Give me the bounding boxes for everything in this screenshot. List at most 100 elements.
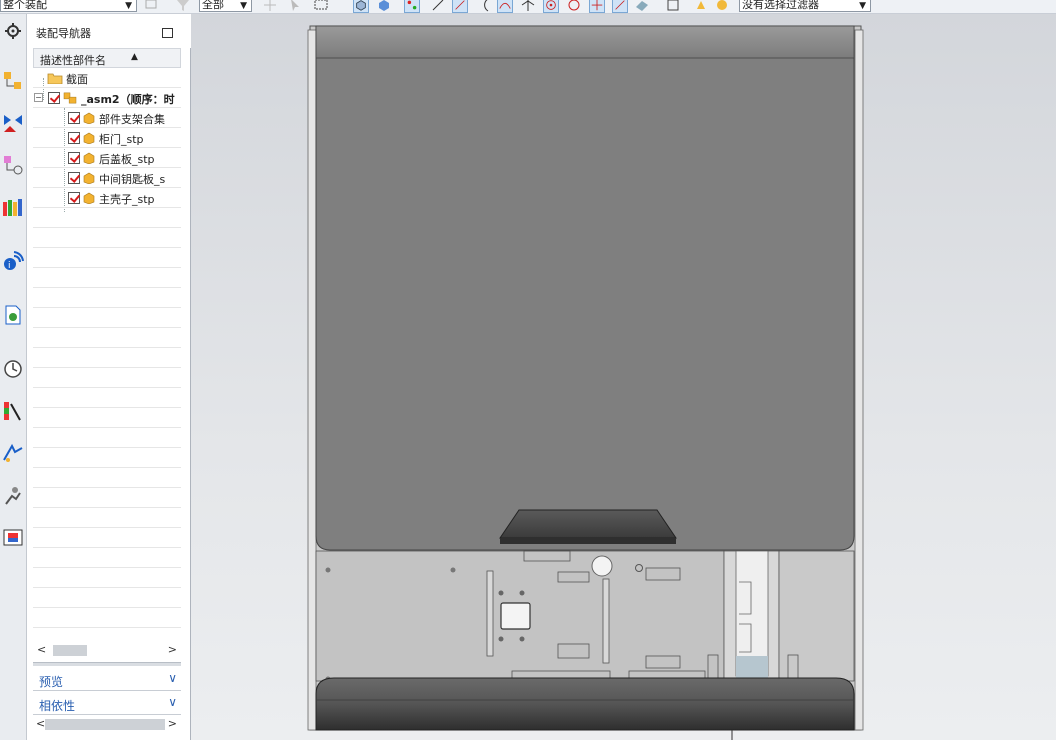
dependencies-section-label: 相依性 xyxy=(39,699,76,713)
filter-icon[interactable] xyxy=(175,0,191,13)
panel-horizontal-scrollbar[interactable]: < > xyxy=(33,716,181,732)
chevron-down-icon[interactable]: ∨ xyxy=(168,695,177,709)
cabinet-base[interactable] xyxy=(315,677,855,731)
empty-row xyxy=(33,588,181,608)
visibility-checkbox[interactable] xyxy=(68,112,80,124)
render-style-icon[interactable] xyxy=(376,0,392,13)
right-interior xyxy=(778,550,855,682)
visibility-checkbox[interactable] xyxy=(68,132,80,144)
scope-select-value: 整个装配 xyxy=(3,0,47,11)
arc-icon[interactable] xyxy=(478,0,494,13)
mount-hole xyxy=(519,590,525,596)
key-board-glass xyxy=(736,656,768,678)
part-icon xyxy=(83,192,95,204)
quadrant-point-icon[interactable] xyxy=(566,0,582,13)
empty-row xyxy=(33,548,181,568)
scroll-left-icon[interactable]: < xyxy=(36,717,45,730)
preview-section-header[interactable]: 预览 ∨ xyxy=(33,669,181,691)
scroll-right-icon[interactable]: > xyxy=(168,717,177,730)
door-handle[interactable] xyxy=(499,509,677,539)
reuse-library-icon[interactable] xyxy=(2,196,24,218)
upgrade-select-icon[interactable] xyxy=(693,0,709,13)
tree-row-part[interactable]: 柜门_stp xyxy=(33,128,181,148)
snap-point-icon[interactable] xyxy=(262,0,278,13)
assembly-navigator-icon[interactable] xyxy=(2,70,24,92)
empty-row xyxy=(33,248,181,268)
shaded-view-icon[interactable] xyxy=(353,0,369,13)
curve-point-icon[interactable] xyxy=(497,0,513,13)
visibility-checkbox[interactable] xyxy=(48,92,60,104)
empty-row xyxy=(33,608,181,628)
history-icon[interactable] xyxy=(2,358,24,380)
navigator-title: 装配导航器 xyxy=(36,27,91,40)
empty-row xyxy=(33,468,181,488)
scroll-right-icon[interactable]: > xyxy=(168,643,177,656)
system-materials-icon[interactable] xyxy=(2,526,24,548)
scrollbar-thumb[interactable] xyxy=(45,719,165,730)
general-select-icon[interactable] xyxy=(714,0,730,13)
tree-row-section[interactable]: 截面 xyxy=(33,68,181,88)
point-on-curve-icon[interactable] xyxy=(589,0,605,13)
point-on-face-icon[interactable] xyxy=(612,0,628,13)
part-navigator-icon[interactable] xyxy=(2,154,24,176)
selection-filter-value: 没有选择过滤器 xyxy=(742,0,819,11)
selection-filter-select[interactable]: 没有选择过滤器 ▼ xyxy=(739,0,871,12)
process-icon[interactable] xyxy=(2,442,24,464)
tree-row-part[interactable]: 主壳子_stp xyxy=(33,188,181,208)
empty-row xyxy=(33,448,181,468)
quick-pick-icon[interactable] xyxy=(665,0,681,13)
roles-icon[interactable] xyxy=(2,484,24,506)
settings-icon[interactable] xyxy=(2,20,24,42)
tree-row-part[interactable]: 后盖板_stp xyxy=(33,148,181,168)
line-icon[interactable] xyxy=(430,0,446,13)
visibility-checkbox[interactable] xyxy=(68,172,80,184)
mount-hole xyxy=(519,636,525,642)
panel-splitter[interactable] xyxy=(33,662,181,666)
constraint-navigator-icon[interactable] xyxy=(2,112,24,134)
visualization-icon[interactable] xyxy=(2,400,24,422)
pointer-icon[interactable] xyxy=(287,0,303,13)
rail-left xyxy=(486,570,494,657)
scroll-left-icon[interactable]: < xyxy=(37,643,46,656)
scope-select[interactable]: 整个装配 ▼ xyxy=(0,0,137,12)
info-icon[interactable]: i xyxy=(2,250,24,272)
shell-right-edge xyxy=(854,29,864,731)
arrow-line-icon[interactable] xyxy=(452,0,468,13)
rectangle-select-icon[interactable] xyxy=(313,0,329,13)
assembly-tree: 截面 − _asm2（顺序：时 部件支架合集 柜门_stp 后盖板_stp 中间… xyxy=(33,68,181,648)
tree-row-label: _asm2（顺序：时 xyxy=(81,93,175,106)
column-header[interactable]: 描述性部件名 ▲ xyxy=(33,48,181,68)
collapse-icon[interactable]: − xyxy=(34,93,43,102)
dependencies-section-header[interactable]: 相依性 ∨ xyxy=(33,693,181,715)
web-browser-icon[interactable] xyxy=(2,304,24,326)
tree-row-part[interactable]: 部件支架合集 xyxy=(33,108,181,128)
intersection-icon[interactable] xyxy=(520,0,536,13)
part-icon xyxy=(83,132,95,144)
resource-bar: i xyxy=(0,14,27,740)
select-mode-icon[interactable] xyxy=(144,0,160,13)
maximize-icon[interactable] xyxy=(162,28,173,38)
tree-horizontal-scrollbar[interactable]: < > xyxy=(33,642,181,658)
chevron-down-icon[interactable]: ∨ xyxy=(168,671,177,685)
visibility-checkbox[interactable] xyxy=(68,152,80,164)
cabinet-model[interactable] xyxy=(191,14,1056,740)
visibility-checkbox[interactable] xyxy=(68,192,80,204)
snap-grid-icon[interactable] xyxy=(404,0,420,13)
sort-ascending-icon[interactable]: ▲ xyxy=(131,52,138,62)
cabinet-door[interactable] xyxy=(315,25,855,551)
face-icon[interactable] xyxy=(634,0,650,13)
empty-row xyxy=(33,388,181,408)
empty-row xyxy=(33,508,181,528)
graphics-window[interactable] xyxy=(191,14,1056,740)
type-filter-select[interactable]: 全部 ▼ xyxy=(199,0,252,12)
tree-row-assembly[interactable]: − _asm2（顺序：时 xyxy=(33,88,181,108)
tree-row-label: 后盖板_stp xyxy=(99,153,155,166)
shell-left-edge xyxy=(307,29,317,731)
tree-row-part[interactable]: 中间钥匙板_s xyxy=(33,168,181,188)
cable-grommet xyxy=(591,555,613,577)
center-point-icon[interactable] xyxy=(543,0,559,13)
tree-row-label: 柜门_stp xyxy=(99,133,144,146)
scrollbar-thumb[interactable] xyxy=(53,645,87,656)
door-handle-base xyxy=(500,538,676,544)
empty-row xyxy=(33,208,181,228)
